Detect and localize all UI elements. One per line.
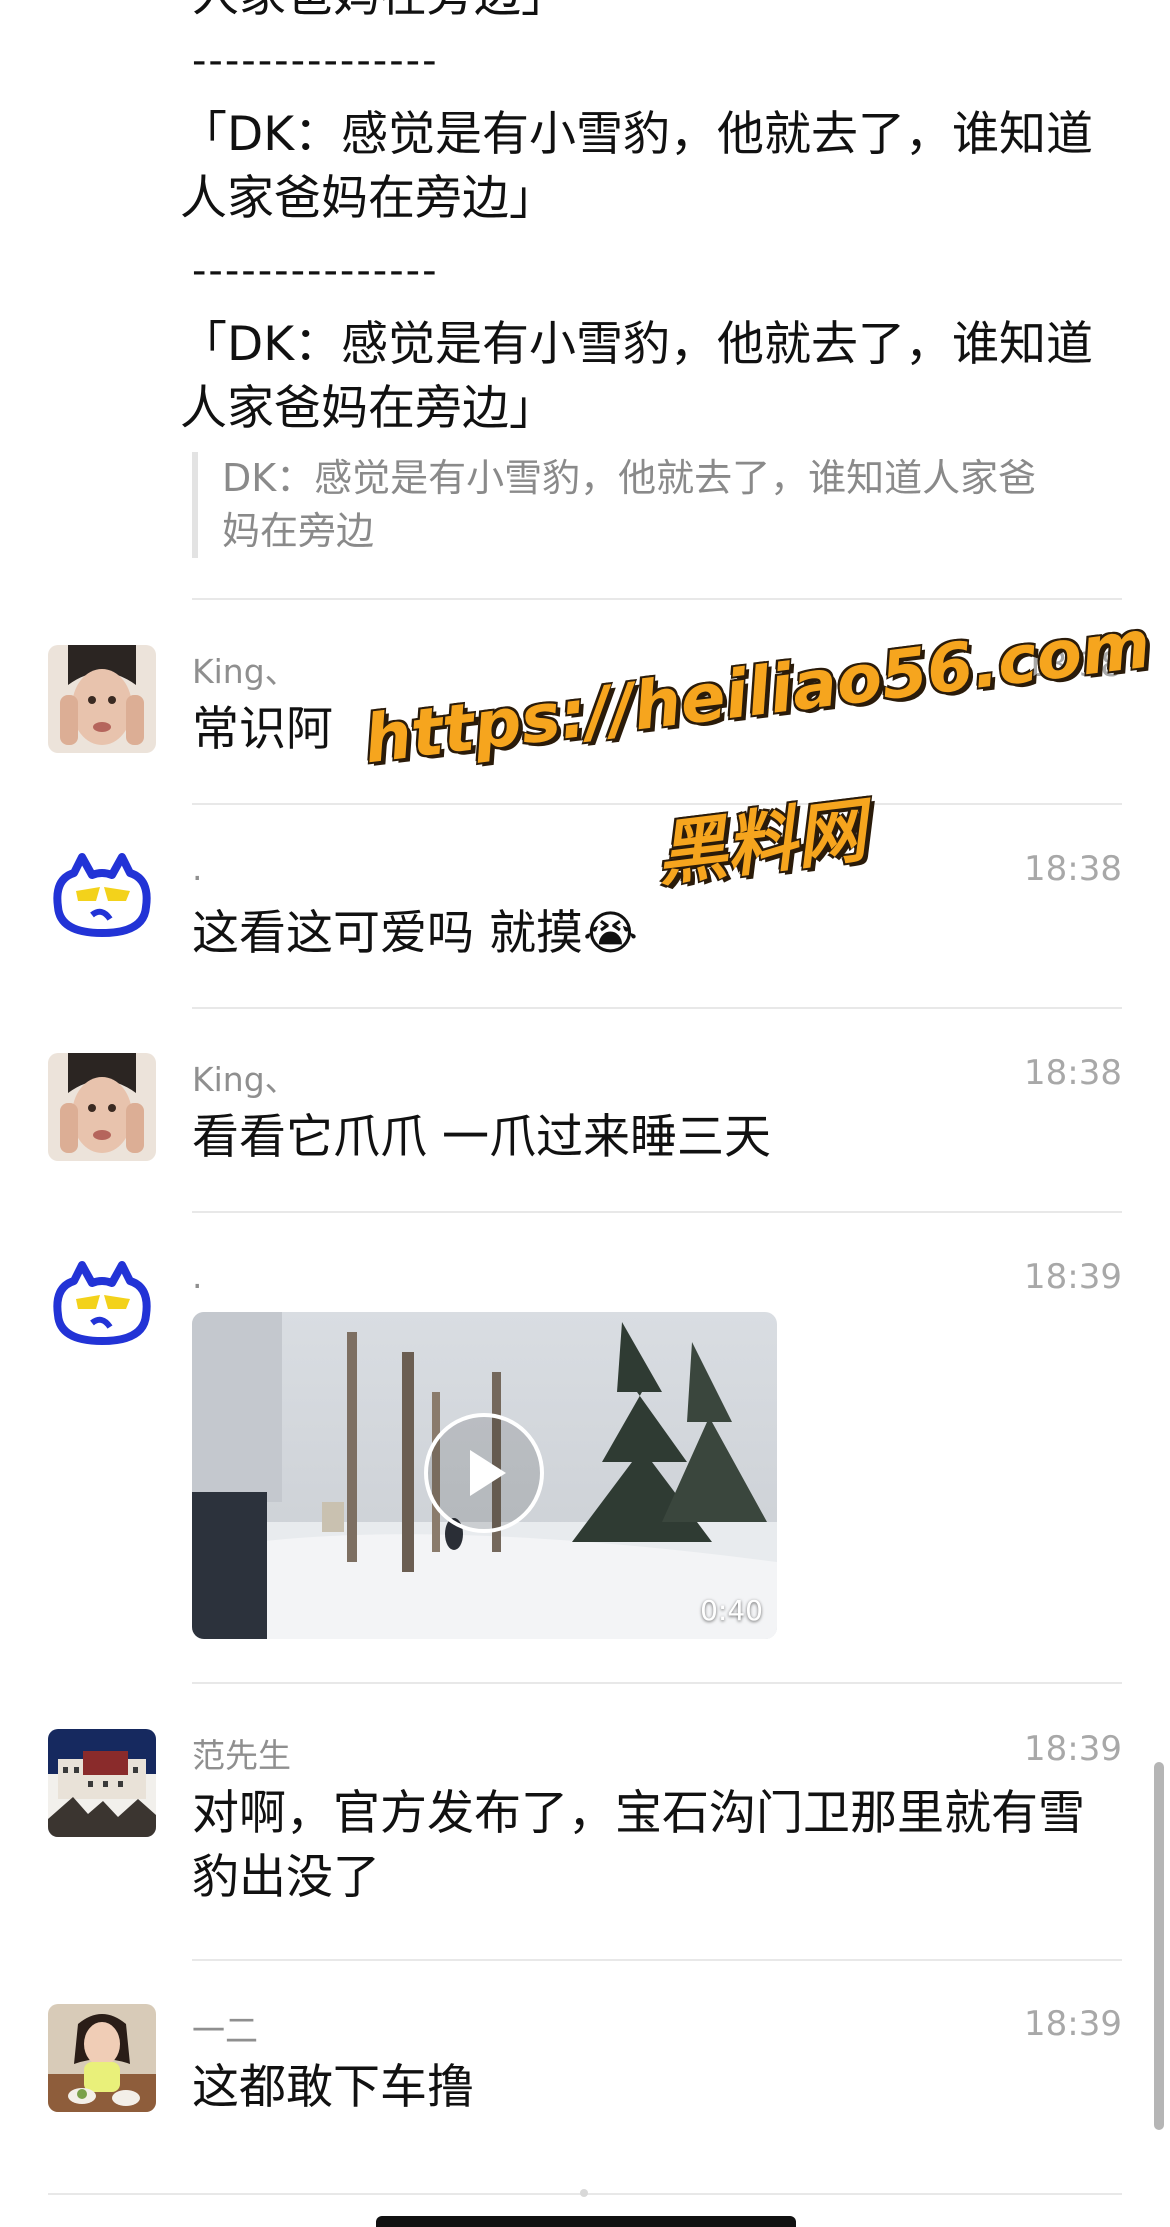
message-divider xyxy=(192,1959,1122,1961)
user-avatar[interactable] xyxy=(48,849,156,957)
message-time: 18:39 xyxy=(1024,1257,1122,1297)
home-indicator[interactable] xyxy=(376,2216,796,2227)
message-text[interactable]: 看看它爪爪 一爪过来睡三天 xyxy=(192,1106,771,1170)
sender-name[interactable]: . xyxy=(192,1257,203,1296)
message-divider xyxy=(192,1682,1122,1684)
sender-name[interactable]: . xyxy=(192,849,203,888)
video-message[interactable]: 0:40 xyxy=(192,1312,777,1639)
sender-name[interactable]: King、 xyxy=(192,1053,298,1101)
sender-name[interactable]: 范先生 xyxy=(192,1729,291,1777)
user-avatar[interactable] xyxy=(48,2004,156,2112)
user-avatar[interactable] xyxy=(48,1257,156,1365)
separator-line: --------------- xyxy=(192,248,439,294)
watermark-url: https://heiliao56.com xyxy=(360,605,1155,779)
quoted-message-text: 「DK：感觉是有小雪豹，他就去了，谁知道 人家爸妈在旁边」 xyxy=(180,107,1094,226)
message-divider xyxy=(192,1007,1122,1009)
video-duration: 0:40 xyxy=(700,1594,763,1627)
message-time: 18:39 xyxy=(1024,1729,1122,1769)
message-text[interactable]: 对啊，官方发布了，宝石沟门卫那里就有雪 豹出没了 xyxy=(192,1782,1122,1910)
message-time: 18:38 xyxy=(1024,849,1122,889)
sender-name[interactable]: 一二 xyxy=(192,2004,258,2052)
separator-line: --------------- xyxy=(192,38,439,84)
snow-scene-thumbnail xyxy=(192,1312,777,1639)
palace-photo-avatar-icon xyxy=(48,1729,156,1837)
message-divider xyxy=(192,1211,1122,1213)
woman-hands-face-avatar-icon xyxy=(48,1053,156,1161)
blue-cat-logo-avatar-icon xyxy=(48,849,156,957)
quoted-message-text: 「DK：感觉是有小雪豹，他就去了，谁知道 人家爸妈在旁边」 xyxy=(180,317,1094,436)
girl-photo-avatar-icon xyxy=(48,2004,156,2112)
reply-quote-block[interactable]: DK：感觉是有小雪豹，他就去了，谁知道人家爸 妈在旁边 xyxy=(192,452,1152,558)
message-time: 18:39 xyxy=(1024,2004,1122,2044)
message-divider xyxy=(192,598,1122,600)
message-text[interactable]: 这看这可爱吗 就摸😭 xyxy=(192,902,638,966)
woman-hands-face-avatar-icon xyxy=(48,645,156,753)
blue-cat-logo-avatar-icon xyxy=(48,1257,156,1365)
user-avatar[interactable] xyxy=(48,1729,156,1837)
message-time: 18:38 xyxy=(1024,1053,1122,1093)
message-text[interactable]: 常识阿 xyxy=(192,698,333,762)
message-text[interactable]: 这都敢下车撸 xyxy=(192,2056,474,2120)
sender-name[interactable]: King、 xyxy=(192,645,298,693)
user-avatar[interactable] xyxy=(48,645,156,753)
user-avatar[interactable] xyxy=(48,1053,156,1161)
page-indicator-dot xyxy=(580,2189,588,2197)
partial-message-line: 人家爸妈在旁边」 xyxy=(192,0,568,28)
scrollbar-thumb[interactable] xyxy=(1154,1762,1164,2130)
chat-history-page: 人家爸妈在旁边」 --------------- 「DK：感觉是有小雪豹，他就去… xyxy=(0,0,1170,2227)
watermark-site-name: 黑料网 xyxy=(651,789,871,897)
